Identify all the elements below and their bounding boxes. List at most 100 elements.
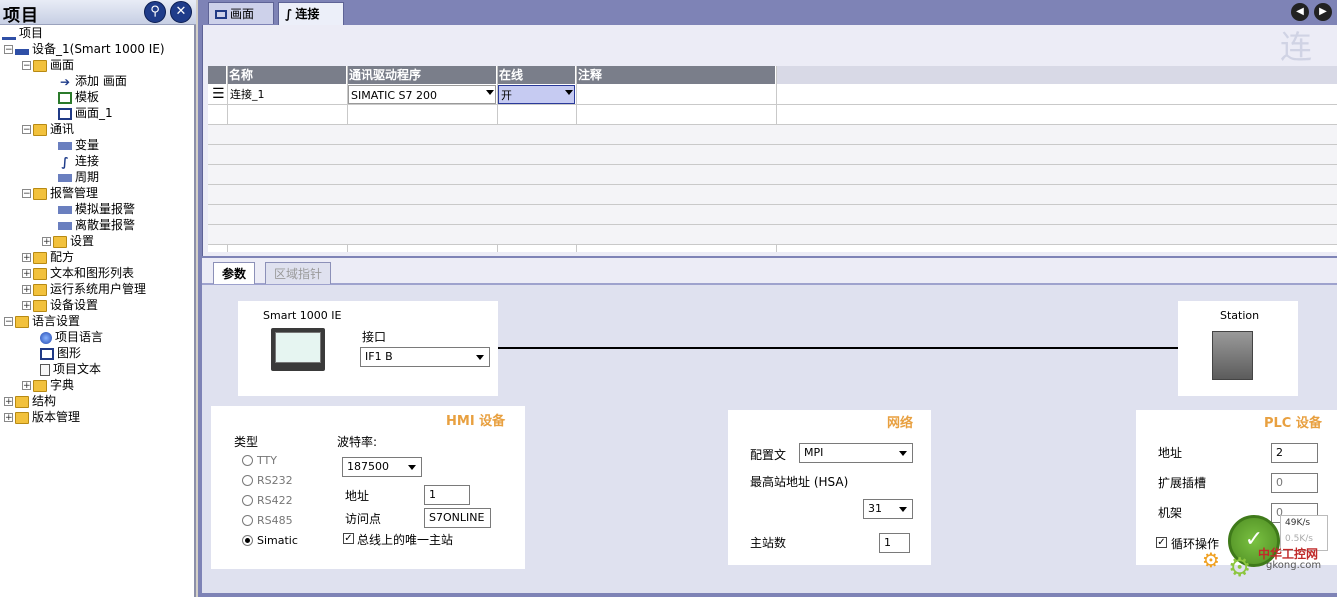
tree-item-label: 项目语言 [55, 330, 104, 344]
table-row[interactable] [208, 105, 1337, 125]
next-tab-icon[interactable]: ▶ [1314, 3, 1332, 21]
watermark-url: gkong.com [1266, 560, 1322, 571]
row-selector-icon[interactable]: ☰ [210, 85, 226, 104]
tree-item-language-settings[interactable]: − 语言设置 [4, 313, 80, 329]
add-arrow-icon: ➔ [59, 74, 71, 89]
tree-item-dictionaries[interactable]: + 字典 [22, 377, 74, 393]
tree-item-connections[interactable]: ∫ 连接 [58, 153, 99, 169]
tree-item-label: 模拟量报警 [75, 202, 136, 216]
tree-item-tags[interactable]: 变量 [58, 137, 99, 153]
access-point-input[interactable]: S7ONLINE [424, 508, 491, 528]
cyclic-operation-checkbox[interactable]: ✓ [1156, 537, 1167, 548]
cell-name[interactable]: 连接_1 [228, 85, 346, 104]
type-radio-rs422[interactable] [242, 495, 253, 506]
upload-speed: 49K/s [1285, 518, 1311, 528]
close-icon[interactable]: ✕ [170, 1, 192, 23]
masters-label: 主站数 [750, 536, 787, 550]
globe-icon [40, 331, 52, 344]
connection-icon: ∫ [285, 7, 293, 21]
tab-area-pointer[interactable]: 区域指针 [265, 262, 332, 284]
type-radio-tty[interactable] [242, 455, 253, 466]
expand-icon[interactable]: + [22, 253, 31, 263]
hmi-address-input[interactable]: 1 [424, 485, 470, 505]
table-row [208, 165, 1337, 185]
tree-item-add-screen[interactable]: ➔ 添加 画面 [58, 73, 127, 89]
tab-parameters[interactable]: 参数 [213, 262, 256, 284]
expand-icon[interactable]: + [22, 269, 31, 279]
tags-icon [58, 141, 72, 150]
type-radio-simatic[interactable] [242, 535, 253, 546]
interface-select[interactable]: IF1 B [360, 347, 490, 367]
table-row [208, 205, 1337, 225]
masters-input[interactable]: 1 [879, 533, 910, 553]
column-header-comment[interactable]: 注释 [576, 66, 776, 84]
tree-item-project-languages[interactable]: 项目语言 [40, 329, 103, 345]
connections-table: 名称 通讯驱动程序 在线 注释 ☰ 连接_1 SIMATIC S7 200 开 [208, 66, 1337, 252]
tree-item-recipes[interactable]: + 配方 [22, 249, 74, 265]
folder-icon [33, 187, 47, 200]
column-header-name[interactable]: 名称 [227, 66, 347, 84]
table-row[interactable]: ☰ 连接_1 SIMATIC S7 200 开 [208, 85, 1337, 105]
collapse-icon[interactable]: − [22, 189, 31, 199]
folder-icon [33, 299, 47, 312]
tree-item-device-settings[interactable]: + 设备设置 [22, 297, 98, 313]
expand-icon[interactable]: + [22, 301, 31, 311]
column-header-driver[interactable]: 通讯驱动程序 [347, 66, 497, 84]
type-rs422-label: RS422 [257, 494, 293, 507]
tree-item-communication[interactable]: − 通讯 [22, 121, 74, 137]
only-master-checkbox[interactable]: ✓ [343, 533, 354, 544]
tree-item-project[interactable]: 项目 [2, 25, 43, 41]
tree-item-screen-1[interactable]: 画面_1 [58, 105, 113, 121]
tree-item-alarm-settings[interactable]: + 设置 [42, 233, 94, 249]
tree-item-analog-alarms[interactable]: 模拟量报警 [58, 201, 135, 217]
folder-icon [33, 123, 47, 136]
cell-online-select[interactable]: 开 [498, 85, 575, 104]
tree-item-label: 模板 [75, 90, 100, 104]
expand-icon[interactable]: + [22, 285, 31, 295]
tree-item-cycles[interactable]: 周期 [58, 169, 99, 185]
column-header-online[interactable]: 在线 [497, 66, 576, 84]
collapse-icon[interactable]: − [4, 317, 13, 327]
tree-item-project-texts[interactable]: 项目文本 [40, 361, 101, 377]
tab-connections[interactable]: ∫ 连接 [278, 2, 344, 25]
expand-icon[interactable]: + [22, 381, 31, 391]
hsa-select[interactable]: 31 [863, 499, 913, 519]
type-radio-rs232[interactable] [242, 475, 253, 486]
hsa-label: 最高站地址 (HSA) [750, 475, 849, 489]
expansion-slot-input[interactable]: 0 [1271, 473, 1318, 493]
project-tree-header: 项目 ⚲ ✕ [0, 0, 196, 26]
expand-icon[interactable]: + [4, 397, 13, 407]
tree-item-discrete-alarms[interactable]: 离散量报警 [58, 217, 135, 233]
tree-item-screens[interactable]: − 画面 [22, 57, 74, 73]
expand-icon[interactable]: + [4, 413, 13, 423]
tree-item-device[interactable]: − 设备_1(Smart 1000 IE) [4, 41, 165, 57]
tree-item-alarm-management[interactable]: − 报警管理 [22, 185, 98, 201]
tree-item-label: 设置 [70, 234, 95, 248]
tree-item-text-graphic-lists[interactable]: + 文本和图形列表 [22, 265, 134, 281]
collapse-icon[interactable]: − [22, 125, 31, 135]
type-radio-rs485[interactable] [242, 515, 253, 526]
cell-comment[interactable] [577, 85, 775, 104]
collapse-icon[interactable]: − [22, 61, 31, 71]
expand-icon[interactable]: + [42, 237, 51, 247]
tree-item-structure[interactable]: + 结构 [4, 393, 56, 409]
baud-rate-label: 波特率: [337, 435, 378, 449]
hmi-device-name: Smart 1000 IE [263, 309, 342, 322]
baud-rate-select[interactable]: 187500 [342, 457, 422, 477]
pin-icon[interactable]: ⚲ [144, 1, 166, 23]
tree-item-template[interactable]: 模板 [58, 89, 99, 105]
tree-item-graphics[interactable]: 图形 [40, 345, 81, 361]
tree-item-version-management[interactable]: + 版本管理 [4, 409, 80, 425]
profile-label: 配置文 [750, 448, 787, 462]
profile-select[interactable]: MPI [799, 443, 913, 463]
collapse-icon[interactable]: − [4, 45, 13, 55]
tree-item-runtime-user-admin[interactable]: + 运行系统用户管理 [22, 281, 146, 297]
tab-screen-1[interactable]: 画面_1 [208, 2, 274, 43]
tree-item-label: 报警管理 [50, 186, 99, 200]
project-icon [2, 27, 16, 40]
type-rs485-label: RS485 [257, 514, 293, 527]
previous-tab-icon[interactable]: ◀ [1291, 3, 1309, 21]
cell-driver-select[interactable]: SIMATIC S7 200 [348, 85, 496, 104]
plc-address-input[interactable]: 2 [1271, 443, 1318, 463]
expansion-slot-label: 扩展插槽 [1158, 476, 1207, 490]
